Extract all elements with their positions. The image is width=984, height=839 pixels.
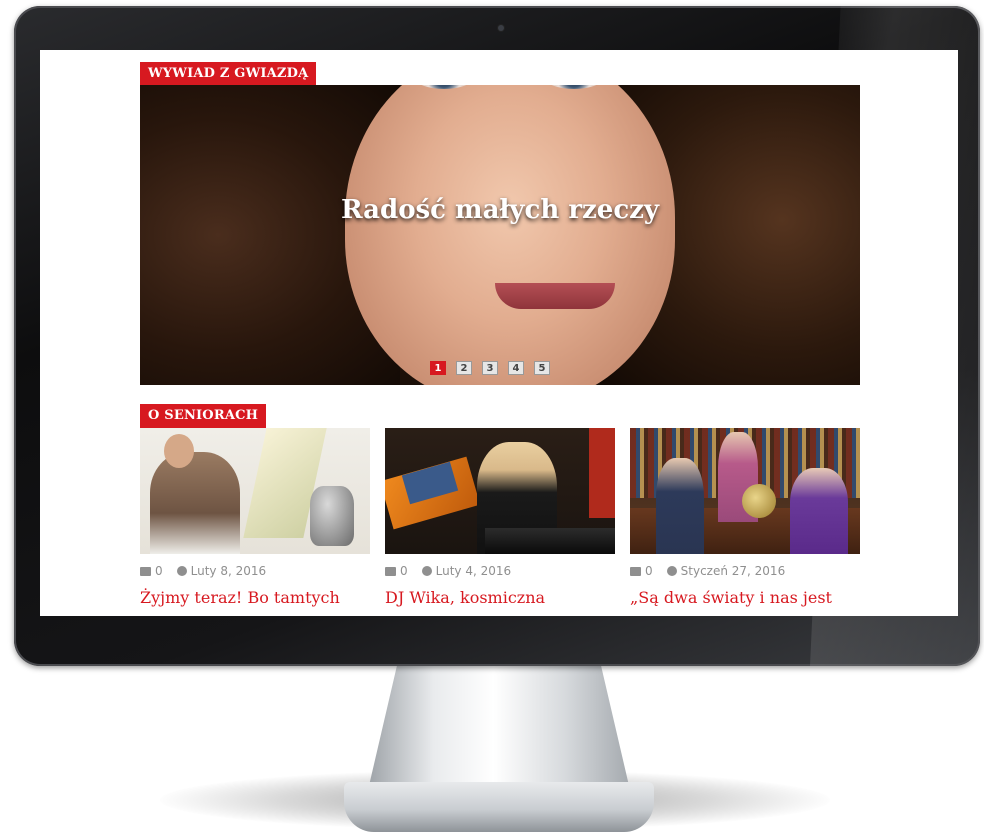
slider-page-5[interactable]: 5: [534, 361, 550, 375]
hero-title[interactable]: Radość małych rzeczy: [140, 195, 860, 225]
slider-page-3[interactable]: 3: [482, 361, 498, 375]
comment-count: 0: [155, 564, 163, 578]
article-title[interactable]: DJ Wika, kosmiczna: [385, 588, 615, 607]
slider-pagination: 1 2 3 4 5: [430, 361, 550, 375]
thumb-red-panel: [589, 428, 615, 518]
section-label-seniors[interactable]: O SENIORACH: [140, 404, 267, 428]
thumb-dj-desk: [485, 528, 615, 554]
comment-icon: [385, 566, 396, 576]
thumb-head: [164, 434, 194, 468]
web-page: WYWIAD Z GWIAZDĄ Radość małych rzeczy 1 …: [40, 50, 958, 616]
article-meta: 0 Luty 8, 2016: [140, 564, 370, 578]
thumb-person: [656, 458, 704, 554]
thumb-globe: [742, 484, 776, 518]
thumb-person: [790, 468, 848, 554]
article-card[interactable]: 0 Styczeń 27, 2016 „Są dwa światy i nas …: [630, 428, 860, 607]
article-thumbnail[interactable]: [385, 428, 615, 554]
comment-count: 0: [400, 564, 408, 578]
comment-icon: [630, 566, 641, 576]
thumb-teapot: [310, 486, 354, 546]
article-date: Styczeń 27, 2016: [680, 564, 786, 578]
article-thumbnail[interactable]: [630, 428, 860, 554]
hero-image-eye-left: [415, 85, 473, 89]
article-title[interactable]: Żyjmy teraz! Bo tamtych: [140, 588, 370, 607]
hero-image-smile: [495, 283, 615, 309]
clock-icon: [421, 566, 432, 576]
hero-image-face: [345, 85, 675, 385]
monitor-stand-neck: [368, 655, 630, 790]
section-label-interview[interactable]: WYWIAD Z GWIAZDĄ: [140, 62, 317, 86]
slider-page-4[interactable]: 4: [508, 361, 524, 375]
webcam-icon: [498, 25, 504, 31]
monitor-stand-base: [344, 782, 654, 832]
hero-image-eye-right: [545, 85, 603, 89]
article-thumbnail[interactable]: [140, 428, 370, 554]
article-date: Luty 4, 2016: [435, 564, 512, 578]
slider-page-1[interactable]: 1: [430, 361, 446, 375]
article-date: Luty 8, 2016: [190, 564, 267, 578]
hero-slider[interactable]: Radość małych rzeczy 1 2 3 4 5: [140, 85, 860, 385]
slider-page-2[interactable]: 2: [456, 361, 472, 375]
comment-count: 0: [645, 564, 653, 578]
comment-icon: [140, 566, 151, 576]
article-meta: 0 Styczeń 27, 2016: [630, 564, 860, 578]
article-title[interactable]: „Są dwa światy i nas jest: [630, 588, 860, 607]
article-card[interactable]: 0 Luty 4, 2016 DJ Wika, kosmiczna: [385, 428, 615, 607]
monitor-screen: WYWIAD Z GWIAZDĄ Radość małych rzeczy 1 …: [40, 50, 958, 616]
clock-icon: [176, 566, 187, 576]
article-meta: 0 Luty 4, 2016: [385, 564, 615, 578]
article-card[interactable]: 0 Luty 8, 2016 Żyjmy teraz! Bo tamtych: [140, 428, 370, 607]
clock-icon: [666, 566, 677, 576]
thumb-person: [150, 452, 240, 554]
